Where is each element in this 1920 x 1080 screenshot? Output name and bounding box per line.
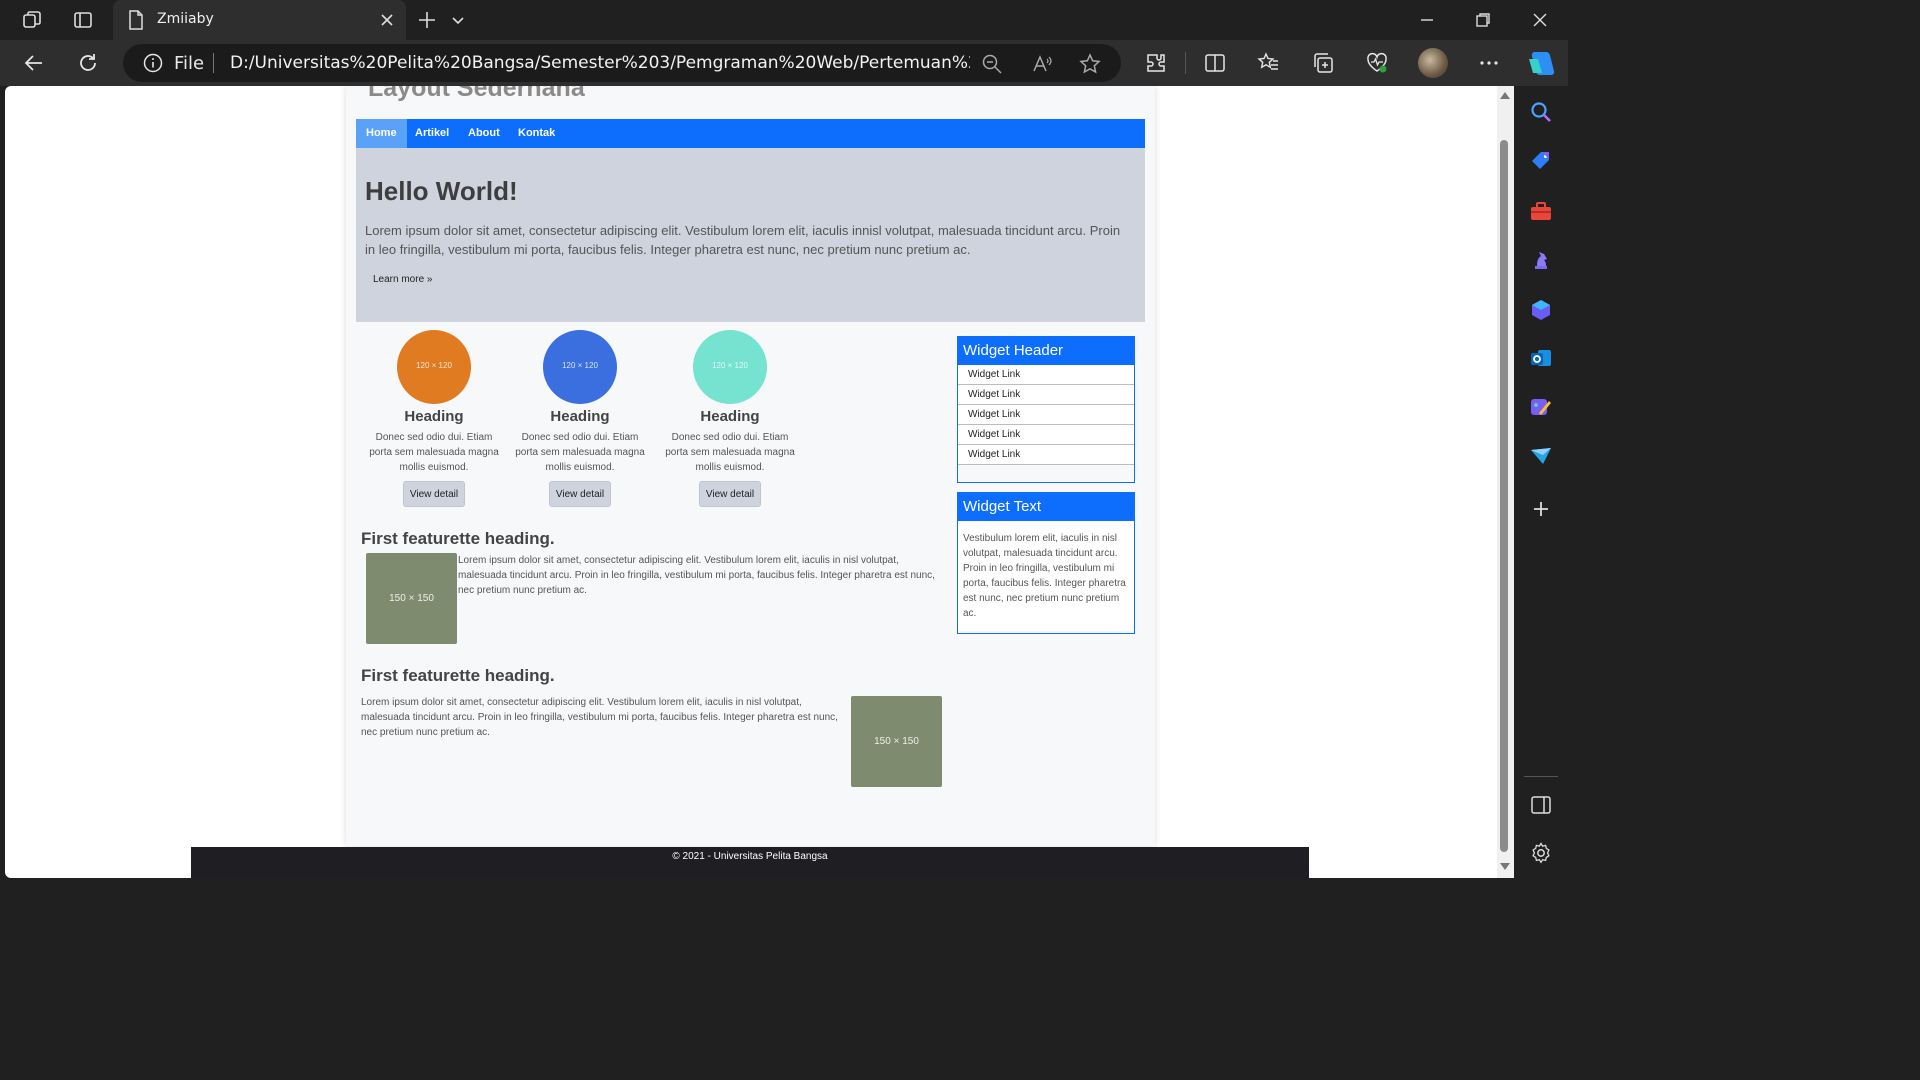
edge-sidebar — [1514, 86, 1568, 882]
image-size-label: 120 × 120 — [416, 361, 452, 370]
image-size-label: 120 × 120 — [712, 361, 748, 370]
widget-link[interactable]: Widget Link — [958, 385, 1134, 405]
new-tab-icon[interactable] — [416, 9, 438, 31]
restore-icon[interactable] — [1472, 9, 1494, 31]
featurette-text: Lorem ipsum dolor sit amet, consectetur … — [458, 555, 935, 596]
widget-link[interactable]: Widget Link — [958, 405, 1134, 425]
page-viewport: Layout Sederhana Home Artikel About Kont… — [5, 86, 1514, 878]
featurette-heading: First featurette heading. — [361, 529, 555, 548]
settings-gear-icon[interactable] — [1529, 841, 1553, 865]
widget-link[interactable]: Widget Link — [958, 365, 1134, 385]
tab-actions-icon[interactable] — [72, 9, 94, 31]
more-options-icon[interactable] — [1477, 51, 1501, 75]
address-bar[interactable]: File D:/Universitas%20Pelita%20Bangsa/Se… — [123, 44, 1121, 82]
feature-column: 120 × 120 Heading Donec sed odio dui. Et… — [510, 330, 650, 507]
menu-item-home[interactable]: Home — [356, 119, 407, 148]
designer-icon[interactable] — [1529, 395, 1553, 419]
menu-item-kontak[interactable]: Kontak — [508, 119, 565, 148]
navigation-bar: File D:/Universitas%20Pelita%20Bangsa/Se… — [0, 40, 1568, 86]
widget-links: Widget Header Widget Link Widget Link Wi… — [957, 336, 1135, 483]
page-footer: © 2021 - Universitas Pelita Bangsa — [191, 847, 1309, 878]
widget-text: Widget Text Vestibulum lorem elit, iacul… — [957, 492, 1135, 634]
search-icon[interactable] — [1529, 100, 1553, 124]
minimize-icon[interactable] — [1416, 9, 1438, 31]
hero-heading: Hello World! — [365, 176, 518, 206]
copilot-sidebar-icon[interactable] — [1529, 298, 1553, 322]
profile-avatar[interactable] — [1418, 48, 1448, 78]
tools-icon[interactable] — [1529, 199, 1553, 223]
widget-link[interactable]: Widget Link — [958, 425, 1134, 445]
document-icon — [129, 10, 143, 30]
scroll-down-arrow-icon[interactable] — [1499, 862, 1511, 872]
feature-column: 120 × 120 Heading Donec sed odio dui. Et… — [660, 330, 800, 507]
column-heading: Heading — [404, 408, 464, 425]
title-bar: Zmiiaby — [0, 0, 1568, 40]
read-aloud-icon[interactable] — [1031, 53, 1053, 75]
divider — [1524, 776, 1558, 777]
feature-column: 120 × 120 Heading Donec sed odio dui. Et… — [364, 330, 504, 507]
extensions-icon[interactable] — [1144, 51, 1168, 75]
outlook-icon[interactable] — [1529, 346, 1553, 370]
copilot-icon[interactable] — [1526, 49, 1556, 77]
image-size-label: 120 × 120 — [562, 361, 598, 370]
widget-body-text: Vestibulum lorem elit, iaculis in nisl v… — [958, 521, 1134, 631]
chevron-down-icon[interactable] — [450, 12, 466, 28]
url-text[interactable]: D:/Universitas%20Pelita%20Bangsa/Semeste… — [230, 53, 970, 73]
column-text: Donec sed odio dui. Etiam porta sem male… — [515, 432, 645, 473]
scroll-up-arrow-icon[interactable] — [1499, 90, 1511, 100]
close-tab-icon[interactable] — [378, 11, 396, 29]
widget-link[interactable]: Widget Link — [958, 445, 1134, 465]
view-detail-button[interactable]: View detail — [698, 481, 762, 507]
favorites-icon[interactable] — [1257, 51, 1281, 75]
menu-item-artikel[interactable]: Artikel — [405, 119, 459, 148]
hero-section: Hello World! Lorem ipsum dolor sit amet,… — [356, 148, 1145, 322]
close-window-icon[interactable] — [1529, 9, 1551, 31]
column-heading: Heading — [700, 408, 760, 425]
back-icon[interactable] — [22, 51, 46, 75]
shopping-tag-icon[interactable] — [1529, 149, 1553, 173]
collections-icon[interactable] — [1311, 51, 1335, 75]
url-scheme-label: File — [174, 53, 205, 74]
featurette-image-placeholder: 150 × 150 — [366, 553, 457, 644]
featurette-text: Lorem ipsum dolor sit amet, consectetur … — [361, 697, 838, 738]
favorite-star-icon[interactable] — [1079, 53, 1101, 75]
divider — [213, 53, 214, 73]
circle-image-placeholder: 120 × 120 — [397, 330, 471, 404]
main-menu: Home Artikel About Kontak — [356, 119, 1145, 148]
learn-more-button[interactable]: Learn more » — [365, 269, 440, 291]
hide-sidebar-icon[interactable] — [1529, 793, 1553, 817]
tab-title: Zmiiaby — [157, 11, 214, 27]
info-icon[interactable] — [143, 53, 163, 73]
active-tab[interactable]: Zmiiaby — [113, 0, 406, 40]
hero-text: Lorem ipsum dolor sit amet, consectetur … — [365, 223, 1121, 257]
widget-header: Widget Text — [958, 493, 1134, 521]
menu-item-about[interactable]: About — [458, 119, 510, 148]
browser-essentials-icon[interactable] — [1365, 51, 1389, 75]
zoom-out-icon[interactable] — [981, 53, 1003, 75]
divider — [1185, 52, 1186, 74]
add-icon[interactable] — [1529, 497, 1553, 521]
refresh-icon[interactable] — [76, 51, 100, 75]
column-text: Donec sed odio dui. Etiam porta sem male… — [369, 432, 499, 473]
circle-image-placeholder: 120 × 120 — [543, 330, 617, 404]
send-icon[interactable] — [1529, 444, 1553, 468]
widget-header: Widget Header — [958, 337, 1134, 365]
games-icon[interactable] — [1529, 248, 1553, 272]
page-container: Layout Sederhana Home Artikel About Kont… — [346, 86, 1155, 846]
featurette-heading: First featurette heading. — [361, 666, 555, 685]
scrollbar-thumb[interactable] — [1500, 140, 1508, 852]
workspaces-icon[interactable] — [21, 9, 43, 31]
featurette-image-placeholder: 150 × 150 — [851, 696, 942, 787]
column-heading: Heading — [550, 408, 610, 425]
circle-image-placeholder: 120 × 120 — [693, 330, 767, 404]
view-detail-button[interactable]: View detail — [548, 481, 612, 507]
split-screen-icon[interactable] — [1203, 51, 1227, 75]
column-text: Donec sed odio dui. Etiam porta sem male… — [665, 432, 795, 473]
site-title: Layout Sederhana — [368, 86, 585, 102]
view-detail-button[interactable]: View detail — [402, 481, 466, 507]
